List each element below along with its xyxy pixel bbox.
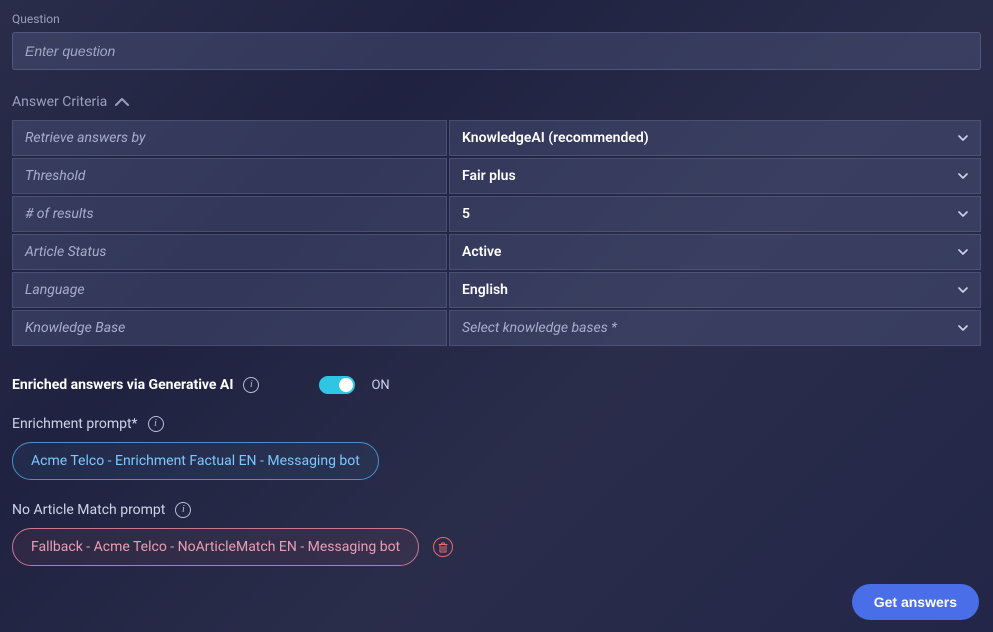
trash-icon[interactable] (433, 537, 453, 557)
no-article-match-label-row: No Article Match prompt i (12, 502, 981, 518)
question-input[interactable] (12, 32, 981, 70)
criteria-label-language: Language (12, 272, 447, 308)
results-count-value: 5 (462, 206, 470, 222)
footer: Get answers (852, 584, 979, 620)
question-label: Question (12, 12, 981, 26)
knowledge-base-value: Select knowledge bases * (462, 320, 617, 336)
chevron-down-icon (958, 133, 968, 143)
article-status-value: Active (462, 244, 501, 260)
language-value: English (462, 282, 508, 298)
criteria-label-threshold: Threshold (12, 158, 447, 194)
enriched-answers-row: Enriched answers via Generative AI i ON (12, 376, 981, 394)
chevron-up-icon (115, 94, 129, 110)
enrichment-prompt-chip[interactable]: Acme Telco - Enrichment Factual EN - Mes… (12, 442, 379, 480)
no-article-match-chip[interactable]: Fallback - Acme Telco - NoArticleMatch E… (12, 528, 419, 566)
knowledge-base-select[interactable]: Select knowledge bases * (449, 310, 981, 346)
criteria-label-retrieve: Retrieve answers by (12, 120, 447, 156)
language-select[interactable]: English (449, 272, 981, 308)
answer-criteria-grid: Retrieve answers by KnowledgeAI (recomme… (12, 120, 981, 346)
enrichment-prompt-label-row: Enrichment prompt* i (12, 416, 981, 432)
get-answers-button[interactable]: Get answers (852, 584, 979, 620)
answer-criteria-title: Answer Criteria (12, 94, 107, 110)
no-article-match-label: No Article Match prompt (12, 502, 165, 518)
chevron-down-icon (958, 209, 968, 219)
threshold-select[interactable]: Fair plus (449, 158, 981, 194)
criteria-label-knowledge-base: Knowledge Base (12, 310, 447, 346)
enrichment-prompt-label: Enrichment prompt* (12, 416, 138, 432)
criteria-label-article-status: Article Status (12, 234, 447, 270)
retrieve-answers-value: KnowledgeAI (recommended) (462, 130, 649, 146)
chevron-down-icon (958, 171, 968, 181)
results-count-select[interactable]: 5 (449, 196, 981, 232)
info-icon[interactable]: i (148, 416, 164, 432)
retrieve-answers-select[interactable]: KnowledgeAI (recommended) (449, 120, 981, 156)
info-icon[interactable]: i (175, 502, 191, 518)
chevron-down-icon (958, 323, 968, 333)
criteria-label-results: # of results (12, 196, 447, 232)
article-status-select[interactable]: Active (449, 234, 981, 270)
toggle-knob (339, 378, 353, 392)
chevron-down-icon (958, 285, 968, 295)
no-article-match-chip-row: Fallback - Acme Telco - NoArticleMatch E… (12, 528, 981, 566)
chevron-down-icon (958, 247, 968, 257)
info-icon[interactable]: i (243, 377, 259, 393)
threshold-value: Fair plus (462, 168, 516, 184)
enriched-toggle-state: ON (371, 378, 389, 393)
enriched-answers-label: Enriched answers via Generative AI (12, 377, 233, 393)
answer-criteria-header[interactable]: Answer Criteria (12, 94, 981, 110)
enriched-toggle[interactable] (319, 376, 355, 394)
